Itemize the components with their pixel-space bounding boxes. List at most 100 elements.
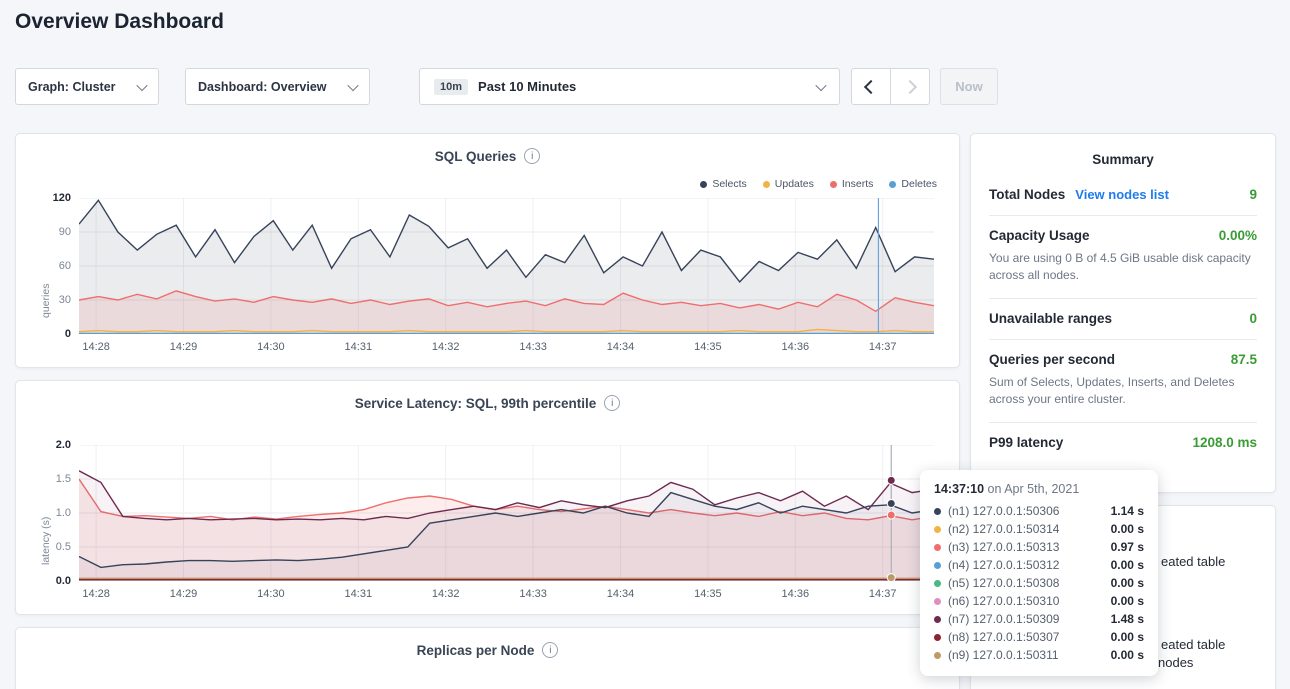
series-dot-icon bbox=[934, 652, 941, 659]
legend-item[interactable]: Inserts bbox=[830, 178, 874, 190]
x-tick-label: 14:36 bbox=[782, 341, 810, 353]
stat-total-nodes: Total Nodes View nodes list 9 bbox=[989, 175, 1257, 215]
tooltip-node-value: 0.97 s bbox=[1111, 540, 1144, 554]
stat-description: You are using 0 B of 4.5 GiB usable disk… bbox=[989, 250, 1257, 285]
summary-title: Summary bbox=[989, 152, 1257, 167]
chevron-down-icon bbox=[136, 79, 147, 90]
chart-hover-tooltip: 14:37:10 on Apr 5th, 2021 (n1) 127.0.0.1… bbox=[920, 470, 1158, 676]
tooltip-node-label: (n1) 127.0.0.1:50306 bbox=[948, 504, 1059, 518]
chart-title: Replicas per Node bbox=[417, 643, 535, 658]
info-icon[interactable] bbox=[524, 148, 540, 164]
chevron-down-icon bbox=[815, 79, 826, 90]
service-latency-plot[interactable] bbox=[79, 445, 934, 581]
tooltip-node-label: (n6) 127.0.0.1:50310 bbox=[948, 594, 1059, 608]
tooltip-row: (n7) 127.0.0.1:50309 1.48 s bbox=[934, 610, 1144, 628]
x-tick-label: 14:36 bbox=[782, 588, 810, 600]
view-nodes-list-link[interactable]: View nodes list bbox=[1075, 187, 1169, 202]
stat-value: 87.5 bbox=[1231, 352, 1257, 367]
stat-value: 0.00% bbox=[1219, 228, 1257, 243]
stat-label: Unavailable ranges bbox=[989, 311, 1112, 326]
tooltip-row: (n5) 127.0.0.1:50308 0.00 s bbox=[934, 574, 1144, 592]
tooltip-row: (n8) 127.0.0.1:503070.00 s bbox=[934, 628, 1144, 646]
tooltip-row: (n1) 127.0.0.1:503061.14 s bbox=[934, 502, 1144, 520]
chart-title: SQL Queries bbox=[435, 149, 517, 164]
stat-p99-latency: P99 latency 1208.0 ms bbox=[989, 422, 1257, 463]
plot-area: queries 0306090120 14:2814:2914:3014:311… bbox=[16, 198, 959, 362]
legend-dot-icon bbox=[830, 181, 837, 188]
service-latency-panel: Service Latency: SQL, 99th percentile la… bbox=[15, 380, 960, 615]
y-tick-label: 120 bbox=[53, 191, 71, 205]
series-dot-icon bbox=[934, 544, 941, 551]
series-dot-icon bbox=[934, 508, 941, 515]
time-next-button[interactable] bbox=[890, 68, 930, 105]
chevron-right-icon bbox=[903, 79, 917, 93]
x-tick-label: 14:32 bbox=[432, 588, 460, 600]
tooltip-rows: (n1) 127.0.0.1:503061.14 s(n2) 127.0.0.1… bbox=[934, 502, 1144, 664]
series-dot-icon bbox=[934, 562, 941, 569]
tooltip-node-value: 0.00 s bbox=[1111, 648, 1144, 662]
sql-queries-plot[interactable] bbox=[79, 198, 934, 334]
info-icon[interactable] bbox=[542, 642, 558, 658]
y-tick-label: 1.5 bbox=[56, 472, 71, 486]
tooltip-row: (n6) 127.0.0.1:503100.00 s bbox=[934, 592, 1144, 610]
x-tick-label: 14:29 bbox=[170, 341, 198, 353]
tooltip-node-label: (n7) 127.0.0.1:50309 bbox=[948, 612, 1059, 626]
stat-unavailable-ranges: Unavailable ranges 0 bbox=[989, 298, 1257, 339]
tooltip-date: on Apr 5th, 2021 bbox=[988, 482, 1080, 496]
stat-capacity-usage: Capacity Usage 0.00% You are using 0 B o… bbox=[989, 215, 1257, 298]
stat-value: 1208.0 ms bbox=[1192, 435, 1257, 450]
tooltip-node-value: 0.00 s bbox=[1111, 576, 1144, 590]
y-tick-label: 0 bbox=[65, 327, 71, 341]
tooltip-node-value: 0.00 s bbox=[1111, 558, 1144, 572]
stat-description: Sum of Selects, Updates, Inserts, and De… bbox=[989, 374, 1257, 409]
plot-area: latency (s) 0.00.51.01.52.0 14:2814:2914… bbox=[16, 445, 959, 609]
series-dot-icon bbox=[934, 616, 941, 623]
legend-item[interactable]: Updates bbox=[763, 178, 814, 190]
page-title: Overview Dashboard bbox=[15, 10, 224, 34]
x-tick-label: 14:34 bbox=[607, 588, 635, 600]
legend-label: Deletes bbox=[901, 178, 937, 190]
tooltip-node-label: (n5) 127.0.0.1:50308 bbox=[948, 576, 1059, 590]
x-tick-label: 14:30 bbox=[257, 341, 285, 353]
dashboard-dropdown-label: Dashboard: Overview bbox=[198, 80, 327, 94]
x-axis-labels: 14:2814:2914:3014:3114:3214:3314:3414:35… bbox=[79, 341, 934, 357]
tooltip-node-value: 1.48 s bbox=[1111, 612, 1144, 626]
series-dot-icon bbox=[934, 526, 941, 533]
legend-label: Selects bbox=[712, 178, 746, 190]
y-tick-label: 90 bbox=[59, 225, 71, 239]
now-button[interactable]: Now bbox=[940, 68, 998, 105]
overview-dashboard-page: Overview Dashboard Graph: Cluster Dashbo… bbox=[0, 0, 1290, 689]
time-prev-button[interactable] bbox=[851, 68, 891, 105]
chevron-down-icon bbox=[347, 79, 358, 90]
time-range-selector[interactable]: 10m Past 10 Minutes bbox=[419, 68, 840, 105]
graph-dropdown-label: Graph: Cluster bbox=[28, 80, 116, 94]
chart-title-row: SQL Queries bbox=[16, 148, 959, 164]
legend-label: Updates bbox=[775, 178, 814, 190]
tooltip-row: (n3) 127.0.0.1:503130.97 s bbox=[934, 538, 1144, 556]
legend-item[interactable]: Selects bbox=[700, 178, 746, 190]
stat-value: 0 bbox=[1249, 311, 1257, 326]
x-tick-label: 14:30 bbox=[257, 588, 285, 600]
y-tick-label: 60 bbox=[59, 259, 71, 273]
x-tick-label: 14:29 bbox=[170, 588, 198, 600]
dashboard-dropdown[interactable]: Dashboard: Overview bbox=[185, 68, 370, 105]
info-icon[interactable] bbox=[604, 395, 620, 411]
y-tick-label: 2.0 bbox=[56, 438, 71, 452]
tooltip-node-value: 0.00 s bbox=[1111, 522, 1144, 536]
legend-label: Inserts bbox=[842, 178, 874, 190]
stat-label: Queries per second bbox=[989, 352, 1115, 367]
x-tick-label: 14:28 bbox=[82, 341, 110, 353]
tooltip-timestamp: 14:37:10 on Apr 5th, 2021 bbox=[934, 482, 1144, 496]
time-range-label: Past 10 Minutes bbox=[478, 79, 576, 94]
x-tick-label: 14:34 bbox=[607, 341, 635, 353]
stat-value: 9 bbox=[1249, 187, 1257, 202]
chart-legend: Selects Updates Inserts Deletes bbox=[700, 178, 937, 190]
chart-title-row: Replicas per Node bbox=[16, 642, 959, 658]
legend-item[interactable]: Deletes bbox=[889, 178, 937, 190]
x-tick-label: 14:33 bbox=[519, 588, 547, 600]
graph-dropdown[interactable]: Graph: Cluster bbox=[15, 68, 159, 105]
tooltip-row: (n2) 127.0.0.1:503140.00 s bbox=[934, 520, 1144, 538]
legend-dot-icon bbox=[763, 181, 770, 188]
legend-dot-icon bbox=[700, 181, 707, 188]
stat-label: Total Nodes bbox=[989, 187, 1065, 202]
